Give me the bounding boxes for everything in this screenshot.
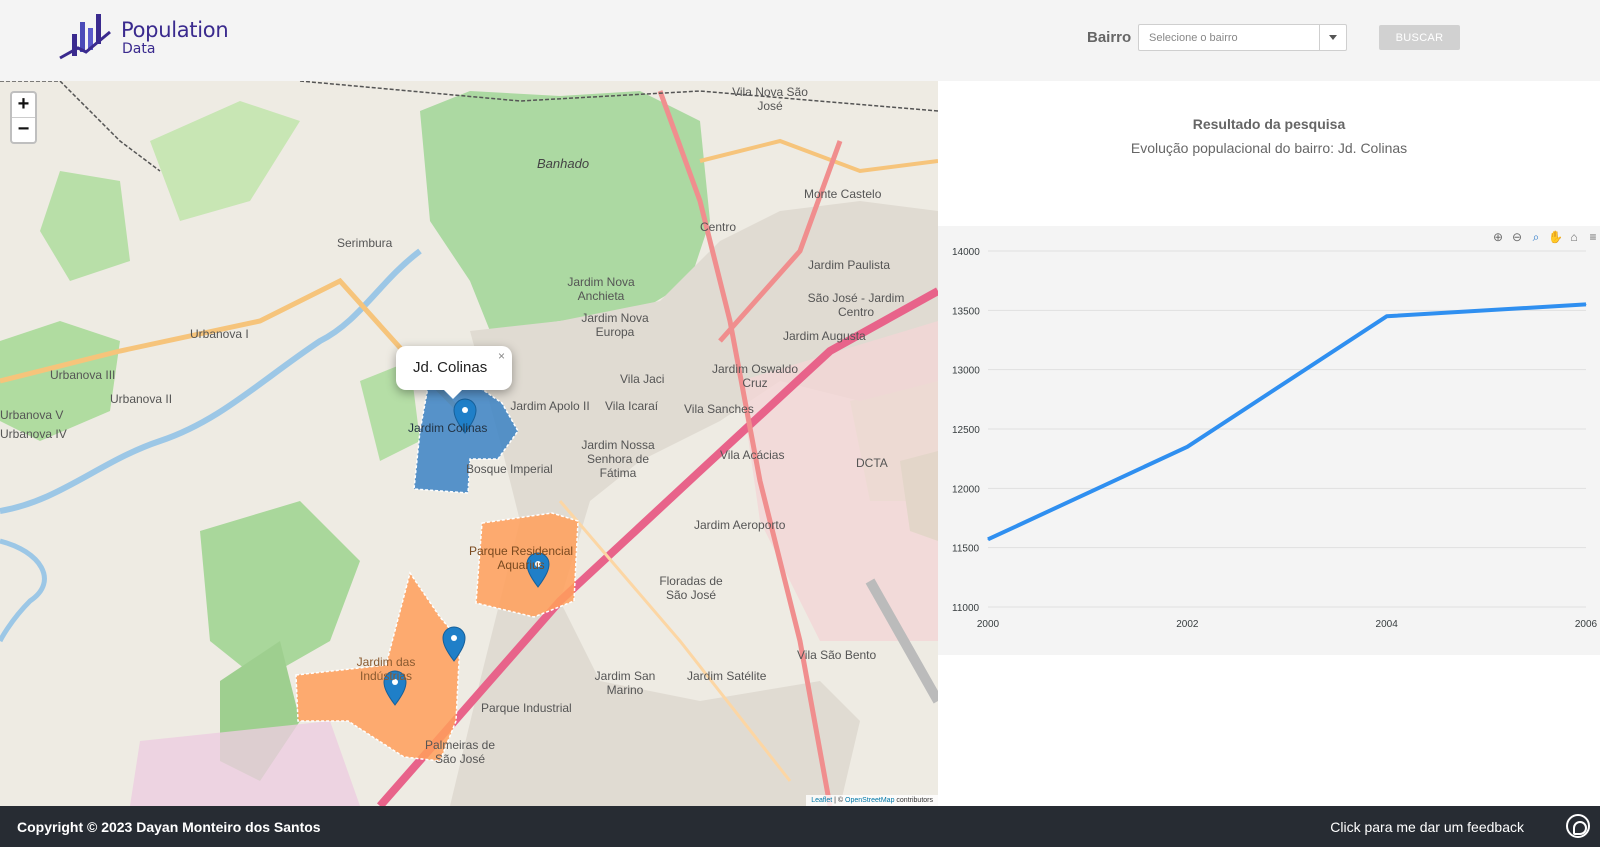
map-label: Urbanova II (110, 392, 173, 406)
popup-text: Jd. Colinas (413, 359, 488, 376)
y-tick-label: 12000 (952, 484, 980, 495)
population-line-chart: 11000 11500 12000 12500 13000 13500 14000 2000 2… (952, 247, 1598, 630)
map-label: Jardim Oswaldo Cruz (711, 362, 799, 390)
map-label: Vila Jaci (620, 372, 665, 386)
brand-title: Population (121, 18, 229, 42)
logo[interactable]: Population Data (58, 14, 248, 60)
y-tick-label: 13500 (952, 306, 980, 317)
y-tick-label: 12500 (952, 425, 980, 436)
map-label: Floradas de São José (659, 574, 723, 602)
map-tiles (0, 81, 938, 806)
map-label: Jardim Nova Anchieta (567, 275, 635, 303)
pan-icon[interactable]: ✋ (1548, 230, 1563, 244)
map-label: Jardim Augusta (783, 329, 866, 343)
y-tick-label: 14000 (952, 247, 980, 258)
map-label: Jardim Aeroporto (694, 518, 786, 532)
whatsapp-icon[interactable] (1566, 814, 1590, 838)
map-label: Jardim Colinas (408, 421, 488, 435)
zoom-in-icon[interactable]: ⊕ (1491, 230, 1505, 244)
data-point (987, 538, 989, 540)
map-label: Vila São Bento (797, 648, 877, 662)
map-label: Urbanova V (0, 408, 64, 422)
map-label: Vila Icaraí (605, 399, 659, 413)
y-tick-label: 13000 (952, 366, 980, 377)
x-tick-label: 2006 (1575, 619, 1598, 630)
data-point (1186, 446, 1188, 448)
brand-subtitle: Data (122, 41, 156, 57)
map-label: Banhado (537, 156, 590, 171)
map-zoom-control: + − (10, 91, 37, 144)
bairro-select-placeholder: Selecione o bairro (1149, 32, 1238, 44)
osm-link[interactable]: OpenStreetMap (845, 797, 894, 804)
chart-container: ⊕ ⊖ ⌕ ✋ ⌂ ≡ 11000 11500 12000 12500 13000 135… (938, 226, 1600, 655)
map-label: Palmeiras de São José (424, 738, 496, 766)
leaflet-link[interactable]: Leaflet (811, 797, 832, 804)
bar-chart-logo-icon (59, 14, 111, 60)
home-icon[interactable]: ⌂ (1567, 230, 1581, 244)
map-label: Jardim das Indústrias (356, 655, 416, 683)
map-label: Jardim Paulista (808, 258, 891, 272)
map-label: DCTA (856, 456, 888, 470)
zoom-out-icon[interactable]: ⊖ (1510, 230, 1524, 244)
map-zoom-in-button[interactable]: + (12, 93, 35, 117)
attribution-tail: contributors (894, 797, 933, 804)
map-label: Jardim Nova Europa (581, 311, 649, 339)
y-tick-label: 11000 (952, 603, 980, 614)
map-label: Parque Industrial (481, 701, 572, 715)
map-label: Urbanova IV (0, 427, 67, 441)
map-label: Jardim San Marino (594, 669, 656, 697)
map-label: Monte Castelo (804, 187, 882, 201)
map-label: Vila Nova São José (732, 85, 808, 113)
map-label: Jardim Apolo II (510, 399, 590, 413)
series-line (987, 302, 1587, 542)
chevron-down-icon[interactable] (1319, 25, 1346, 50)
x-tick-label: 2000 (977, 619, 1000, 630)
map-label: Jardim Satélite (687, 669, 767, 683)
result-panel: Resultado da pesquisa Evolução populacio… (938, 81, 1600, 806)
map-label: Parque Residencial Aquarius (468, 544, 574, 572)
map-label: Serimbura (337, 236, 393, 250)
popup-tip (443, 389, 463, 399)
map-label: Vila Sanches (684, 402, 754, 416)
selection-zoom-icon[interactable]: ⌕ (1529, 230, 1543, 244)
y-tick-label: 11500 (952, 544, 980, 555)
data-point (1585, 303, 1587, 305)
map-popup: Jd. Colinas × (396, 346, 512, 399)
map-label: Vila Acácias (720, 448, 785, 462)
map-label: Centro (700, 220, 737, 234)
x-tick-label: 2004 (1376, 619, 1399, 630)
map-label: Urbanova I (190, 327, 249, 341)
feedback-link[interactable]: Click para me dar um feedback (1330, 819, 1524, 835)
chart-toolbar: ⊕ ⊖ ⌕ ✋ ⌂ ≡ (1491, 230, 1600, 246)
map-label: Jardim Nossa Senhora de Fátima (581, 438, 655, 480)
map-label: Bosque Imperial (466, 462, 553, 476)
x-tick-label: 2002 (1176, 619, 1199, 630)
result-title: Resultado da pesquisa (1192, 116, 1346, 132)
bairro-label: Bairro (1087, 29, 1132, 46)
map-label: Urbanova III (50, 368, 116, 382)
map-attribution: Leaflet | © OpenStreetMap contributors (806, 795, 938, 806)
menu-icon[interactable]: ≡ (1586, 230, 1600, 244)
buscar-button[interactable]: BUSCAR (1379, 25, 1460, 50)
result-subtitle: Evolução populacional do bairro: Jd. Col… (1130, 140, 1408, 156)
data-point (1386, 315, 1388, 317)
map-zoom-out-button[interactable]: − (12, 117, 35, 141)
bairro-select[interactable]: Selecione o bairro (1138, 24, 1347, 51)
copyright-text: Copyright © 2023 Dayan Monteiro dos Sant… (17, 819, 321, 835)
attribution-sep: | © (832, 797, 846, 804)
header: Population Data Bairro Selecione o bairr… (0, 0, 1600, 81)
map-label: São José - Jardim Centro (807, 291, 905, 319)
close-icon[interactable]: × (498, 349, 505, 363)
footer: Copyright © 2023 Dayan Monteiro dos Sant… (0, 806, 1600, 847)
map[interactable]: Banhado Vila Nova São José Monte Castelo… (0, 81, 938, 806)
